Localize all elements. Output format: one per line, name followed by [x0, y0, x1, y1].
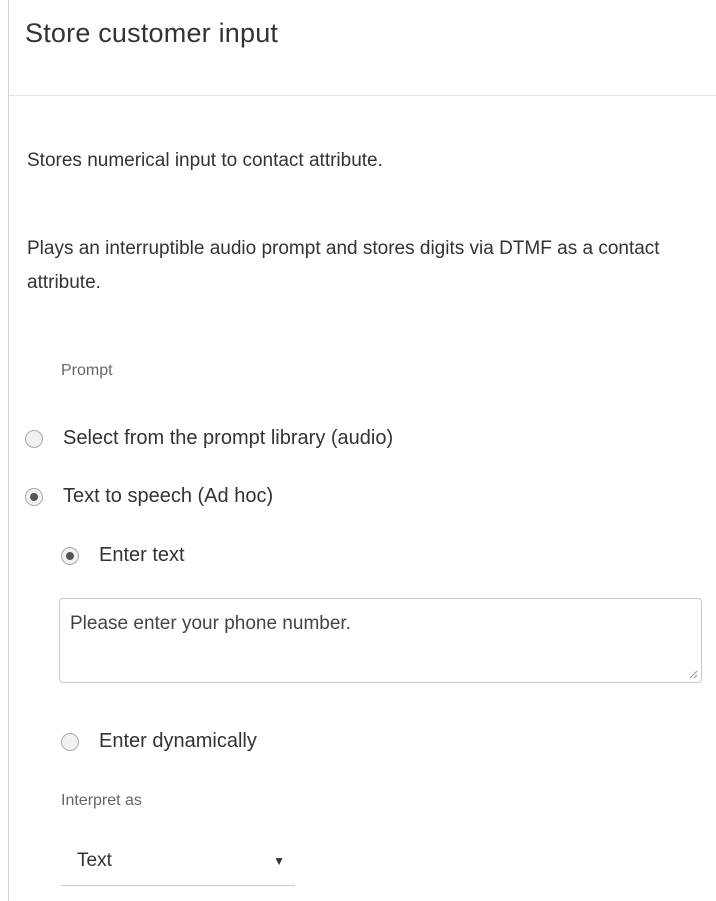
enter-text-radio[interactable]: [61, 546, 79, 565]
prompt-library-option[interactable]: Select from the prompt library (audio): [25, 427, 393, 450]
interpret-as-label: Interpret as: [61, 792, 142, 809]
tts-text-value: Please enter your phone number.: [70, 613, 351, 634]
text-to-speech-radio[interactable]: [25, 487, 43, 506]
enter-dynamically-label: Enter dynamically: [99, 730, 257, 752]
prompt-library-radio[interactable]: [25, 429, 43, 448]
tts-text-input[interactable]: Please enter your phone number.: [59, 598, 702, 683]
prompt-library-label: Select from the prompt library (audio): [63, 427, 394, 449]
enter-dynamically-radio[interactable]: [61, 732, 79, 751]
interpret-as-select[interactable]: Text ▼: [61, 836, 295, 886]
prompt-label: Prompt: [61, 362, 113, 379]
panel-title: Store customer input: [25, 18, 279, 48]
panel-header: Store customer input: [9, 0, 716, 96]
short-description: Stores numerical input to contact attrib…: [27, 150, 383, 171]
enter-dynamically-option[interactable]: Enter dynamically: [61, 730, 257, 753]
caret-down-icon: ▼: [273, 854, 285, 868]
long-description: Plays an interruptible audio prompt and …: [27, 238, 660, 293]
resize-grip-icon[interactable]: [688, 669, 698, 679]
enter-text-label: Enter text: [99, 544, 185, 566]
interpret-as-value: Text: [77, 849, 112, 871]
text-to-speech-label: Text to speech (Ad hoc): [63, 485, 274, 507]
enter-text-option[interactable]: Enter text: [61, 544, 185, 567]
text-to-speech-option[interactable]: Text to speech (Ad hoc): [25, 485, 273, 508]
block-config-panel: Store customer input Stores numerical in…: [8, 0, 716, 901]
